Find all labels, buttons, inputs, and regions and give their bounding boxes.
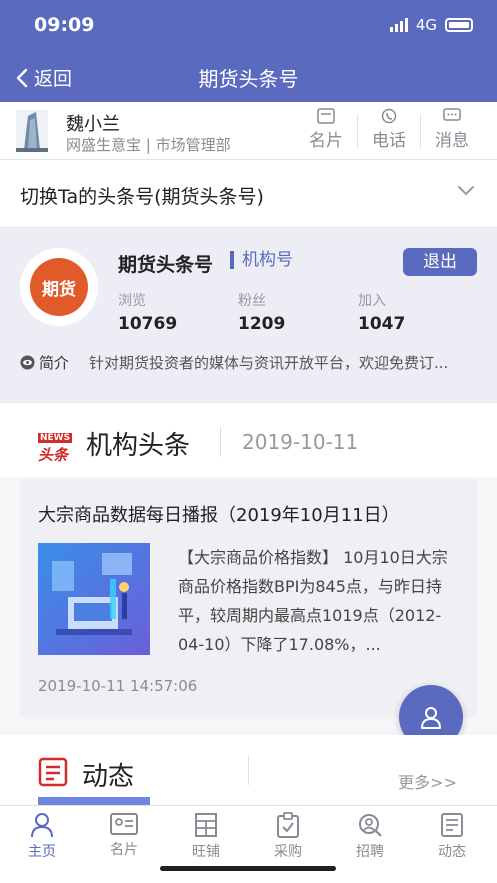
headlines-date: 2019-10-11 xyxy=(242,430,359,454)
dynamic-item-preview xyxy=(38,797,150,805)
status-indicators: 4G xyxy=(389,16,473,34)
stat-joined: 加入 1047 xyxy=(358,290,405,334)
battery-icon xyxy=(445,18,473,32)
tab-label: 招聘 xyxy=(356,844,384,860)
account-switcher[interactable]: 切换Ta的头条号(期货头条号) xyxy=(0,160,497,228)
news-badge-top: NEWS xyxy=(38,433,73,443)
message-icon xyxy=(443,108,461,121)
phone-action-label: 电话 xyxy=(372,131,406,151)
profile-header: 魏小兰 网盛生意宝 | 市场管理部 名片 电话 消息 xyxy=(0,102,497,160)
news-badge-icon: NEWS 头条 xyxy=(38,425,73,464)
stat-fans: 粉丝 1209 xyxy=(238,290,285,334)
tab-dynamic[interactable]: 动态 xyxy=(422,812,482,861)
intro-label: 简介 xyxy=(39,354,70,372)
signal-icon xyxy=(389,18,408,32)
tab-label: 采购 xyxy=(274,844,302,860)
tab-bar: 主页 名片 旺铺 采购 招聘 动态 xyxy=(0,805,497,883)
card-action-button[interactable]: 名片 xyxy=(298,108,354,151)
divider xyxy=(357,114,358,148)
page-title: 期货头条号 xyxy=(198,67,299,91)
tab-recruit[interactable]: 招聘 xyxy=(340,812,400,861)
divider xyxy=(220,427,221,457)
intro-text: 针对期货投资者的媒体与资讯开放平台，欢迎免费订... xyxy=(89,354,449,372)
nav-bar: 返回 期货头条号 xyxy=(0,50,497,102)
dynamic-title: 动态 xyxy=(82,762,135,792)
phone-icon xyxy=(381,108,397,124)
divider xyxy=(420,114,421,148)
card-icon xyxy=(317,108,335,124)
article-card[interactable]: 大宗商品数据每日播报（2019年10月11日） 【大宗商品价格指数】 10月10… xyxy=(20,479,477,717)
message-action-label: 消息 xyxy=(435,131,469,151)
stat-views: 浏览 10769 xyxy=(118,290,177,334)
dynamic-section: 动态 更多>> xyxy=(0,735,497,805)
article-thumbnail xyxy=(38,543,150,655)
network-label: 4G xyxy=(415,16,437,34)
article-title: 大宗商品数据每日播报（2019年10月11日） xyxy=(38,505,400,526)
stat-label: 加入 xyxy=(358,293,386,309)
account-type-tag: 机构号 xyxy=(230,251,293,269)
home-indicator[interactable] xyxy=(160,866,336,871)
tab-home[interactable]: 主页 xyxy=(12,812,72,861)
article-summary: 【大宗商品价格指数】 10月10日大宗商品价格指数BPI为845点，与昨日持平，… xyxy=(178,548,448,654)
account-logo-text: 期货 xyxy=(30,258,88,316)
stat-label: 粉丝 xyxy=(238,293,266,309)
quit-button[interactable]: 退出 xyxy=(403,248,477,276)
status-time: 09:09 xyxy=(34,14,95,36)
stat-value: 1047 xyxy=(358,314,406,334)
tab-shop[interactable]: 旺铺 xyxy=(176,812,236,861)
shop-icon xyxy=(195,813,217,837)
intro-row[interactable]: 简介 针对期货投资者的媒体与资讯开放平台，欢迎免费订... xyxy=(20,352,480,373)
tab-label: 名片 xyxy=(110,842,138,858)
article-time: 2019-10-11 14:57:06 xyxy=(38,677,198,695)
person-icon xyxy=(421,707,441,729)
document-icon xyxy=(38,757,68,787)
tab-label: 主页 xyxy=(28,844,56,860)
chevron-down-icon xyxy=(458,186,474,196)
account-card: 期货 期货头条号 机构号 退出 浏览 10769 粉丝 1209 加入 1047… xyxy=(0,228,497,403)
stat-label: 浏览 xyxy=(118,293,146,309)
phone-action-button[interactable]: 电话 xyxy=(361,108,417,151)
profile-name: 魏小兰 xyxy=(66,114,120,135)
profile-org: 网盛生意宝 | 市场管理部 xyxy=(66,136,231,154)
divider xyxy=(248,755,249,785)
tab-label: 旺铺 xyxy=(192,844,220,860)
recruit-icon xyxy=(359,814,382,837)
headlines-title: 机构头条 xyxy=(86,431,191,461)
stat-value: 1209 xyxy=(238,314,286,334)
avatar[interactable] xyxy=(16,110,48,152)
account-logo: 期货 xyxy=(20,248,98,326)
status-bar: 09:09 4G xyxy=(0,0,497,50)
tab-purchase[interactable]: 采购 xyxy=(258,812,318,861)
account-name: 期货头条号 xyxy=(118,254,214,276)
card-icon xyxy=(110,813,138,835)
dynamic-icon xyxy=(441,813,463,837)
home-icon xyxy=(31,813,53,838)
eye-icon xyxy=(20,355,35,370)
news-badge-bottom: 头条 xyxy=(38,446,69,464)
switcher-label: 切换Ta的头条号(期货头条号) xyxy=(20,186,264,208)
headlines-header: NEWS 头条 机构头条 2019-10-11 xyxy=(0,403,497,477)
tab-label: 动态 xyxy=(438,844,466,860)
more-link[interactable]: 更多>> xyxy=(398,769,457,793)
stat-value: 10769 xyxy=(118,314,178,334)
tab-card[interactable]: 名片 xyxy=(94,812,154,859)
card-action-label: 名片 xyxy=(309,131,343,151)
message-action-button[interactable]: 消息 xyxy=(424,108,480,151)
purchase-icon xyxy=(277,812,299,838)
